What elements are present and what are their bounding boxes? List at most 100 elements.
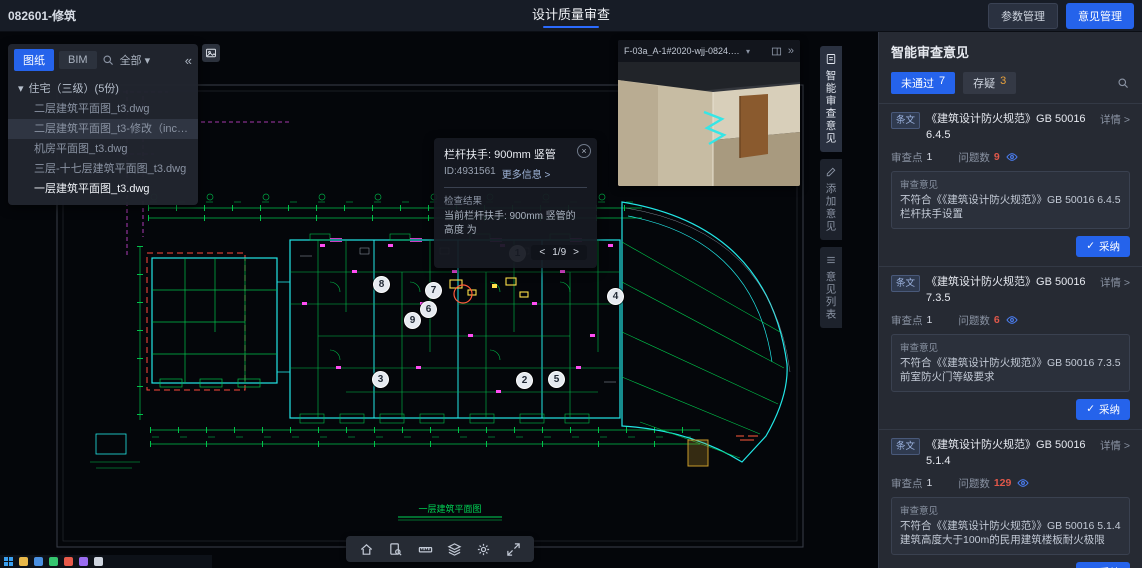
file-item-selected[interactable]: 一层建筑平面图_t3.dwg (8, 179, 198, 199)
issue-count-value: 129 (994, 477, 1012, 489)
opinion-management-button[interactable]: 意见管理 (1066, 3, 1134, 29)
measure-button[interactable] (417, 541, 433, 557)
panel-collapse-button[interactable]: « (185, 53, 192, 68)
issue-marker[interactable]: 5 (548, 371, 565, 388)
tooltip-pager: < 1/9 > (531, 245, 587, 260)
page-title: 设计质量审查 (532, 4, 610, 23)
taskbar-app-icon[interactable] (64, 557, 73, 566)
issue-marker[interactable]: 2 (516, 372, 533, 389)
layers-button[interactable] (447, 541, 463, 557)
tab-label: 意见列表 (824, 271, 839, 321)
active-tab-indicator (543, 26, 599, 28)
issue-marker[interactable]: 3 (372, 371, 389, 388)
detail-link[interactable]: 详情 > (1100, 275, 1130, 290)
opinion-text: 不符合《《建筑设计防火规范》》GB 50016 5.1.4建筑高度大于100m的… (900, 519, 1121, 548)
issue-marker[interactable]: 6 (420, 301, 437, 318)
issue-marker[interactable]: 4 (607, 288, 624, 305)
file-item[interactable]: 二层建筑平面图_t3.dwg (8, 99, 198, 119)
tab-bim[interactable]: BIM (59, 51, 97, 69)
image-icon (205, 47, 217, 59)
windows-start-button[interactable] (4, 557, 13, 566)
fullscreen-button[interactable] (505, 541, 521, 557)
filter-count: 3 (1000, 75, 1006, 91)
taskbar-app-icon[interactable] (79, 557, 88, 566)
accept-button[interactable]: ✓ 采纳 (1076, 399, 1130, 420)
accept-label: 采纳 (1099, 239, 1120, 254)
bim-model-selector[interactable]: F-03a_A-1#2020-wjj-0824.gfc (624, 46, 742, 56)
tab-add-opinion[interactable]: 添加意见 (820, 159, 842, 240)
file-group-header[interactable]: ▾ 住宅（三级）(5份) (8, 76, 198, 99)
review-point-label: 审查点 (891, 476, 923, 491)
detail-link[interactable]: 详情 > (1100, 112, 1130, 127)
file-group-label: 住宅（三级）(5份) (29, 80, 119, 96)
clause-tag: 条文 (891, 275, 920, 292)
filter-doubtful[interactable]: 存疑 3 (963, 72, 1016, 94)
check-result-text: 当前栏杆扶手: 900mm 竖管的 高度 为 (444, 210, 587, 238)
eye-icon[interactable] (1017, 477, 1029, 489)
document-check-icon (825, 53, 837, 65)
drawing-search-button[interactable] (388, 541, 404, 557)
layers-icon (447, 542, 462, 557)
opinion-label: 审查意见 (900, 503, 1121, 517)
gear-icon (476, 542, 491, 557)
home-view-button[interactable] (359, 541, 375, 557)
opinion-label: 审查意见 (900, 177, 1121, 191)
close-icon[interactable]: × (577, 144, 591, 158)
issue-marker[interactable]: 7 (425, 282, 442, 299)
viewer-expand-button[interactable]: » (788, 45, 794, 57)
filter-failed[interactable]: 未通过 7 (891, 72, 955, 94)
review-item: 条文 《建筑设计防火规范》GB 50016 6.4.5 详情 > 审查点 1 问… (879, 103, 1142, 266)
tab-design-quality-review[interactable]: 设计质量审查 (532, 0, 610, 32)
review-search-button[interactable] (1117, 77, 1130, 90)
file-filter-dropdown[interactable]: 全部 ▾ (120, 52, 151, 68)
file-filter-value: 全部 (120, 52, 142, 68)
detail-link[interactable]: 详情 > (1100, 438, 1130, 453)
bim-viewer-header: F-03a_A-1#2020-wjj-0824.gfc ▾ » (618, 40, 800, 62)
split-view-button[interactable] (771, 46, 782, 57)
regulation-title: 《建筑设计防火规范》GB 50016 7.3.5 (926, 275, 1092, 307)
pager-prev-button[interactable]: < (539, 247, 545, 258)
settings-button[interactable] (476, 541, 492, 557)
chevron-down-icon: ▾ (145, 54, 151, 67)
issue-count-label: 问题数 (958, 476, 990, 491)
taskbar-app-icon[interactable] (49, 557, 58, 566)
more-info-link[interactable]: 更多信息 > (502, 166, 551, 181)
split-panel-icon (771, 46, 782, 57)
opinion-text: 不符合《《建筑设计防火规范》》GB 50016 6.4.5栏杆扶手设置 (900, 193, 1121, 222)
issue-marker[interactable]: 8 (373, 276, 390, 293)
tab-drawings[interactable]: 图纸 (14, 49, 54, 71)
thumbnail-toggle-button[interactable] (202, 44, 220, 62)
file-item[interactable]: 二层建筑平面图_t3-修改（increase墙门、窗... (8, 119, 198, 139)
expand-icon (506, 542, 521, 557)
file-search-button[interactable] (102, 54, 115, 67)
review-point-value: 1 (927, 151, 933, 163)
taskbar-app-icon[interactable] (94, 557, 103, 566)
clause-tag: 条文 (891, 438, 920, 455)
opinion-label: 审查意见 (900, 340, 1121, 354)
filter-label: 存疑 (973, 75, 995, 91)
taskbar-app-icon[interactable] (19, 557, 28, 566)
accept-button[interactable]: ✓ 采纳 (1076, 562, 1130, 568)
eye-icon[interactable] (1006, 151, 1018, 163)
accept-button[interactable]: ✓ 采纳 (1076, 236, 1130, 257)
topbar-actions: 参数管理 意见管理 (988, 3, 1134, 29)
file-item[interactable]: 三层-十七层建筑平面图_t3.dwg (8, 159, 198, 179)
issue-marker[interactable]: 9 (404, 312, 421, 329)
pager-next-button[interactable]: > (573, 247, 579, 258)
bim-3d-view[interactable] (618, 62, 800, 186)
opinion-box: 审查意见 不符合《《建筑设计防火规范》》GB 50016 5.1.4建筑高度大于… (891, 497, 1130, 555)
clause-tag: 条文 (891, 112, 920, 129)
tab-opinion-list[interactable]: 意见列表 (820, 247, 842, 328)
chevron-down-icon[interactable]: ▾ (746, 47, 750, 56)
inspection-tooltip: × 栏杆扶手: 900mm 竖管 ID:4931561 更多信息 > 检查结果 … (434, 138, 597, 268)
tooltip-element-title: 栏杆扶手: 900mm 竖管 (444, 146, 587, 162)
pager-label: 1/9 (552, 247, 566, 258)
tab-smart-review-opinions[interactable]: 智能审查意见 (820, 46, 842, 152)
review-filters: 未通过 7 存疑 3 (879, 67, 1142, 103)
taskbar-app-icon[interactable] (34, 557, 43, 566)
eye-icon[interactable] (1006, 314, 1018, 326)
top-bar: 082601-修筑 设计质量审查 参数管理 意见管理 (0, 0, 1142, 32)
file-item[interactable]: 机房平面图_t3.dwg (8, 139, 198, 159)
divider (444, 187, 587, 188)
param-management-button[interactable]: 参数管理 (988, 3, 1058, 29)
